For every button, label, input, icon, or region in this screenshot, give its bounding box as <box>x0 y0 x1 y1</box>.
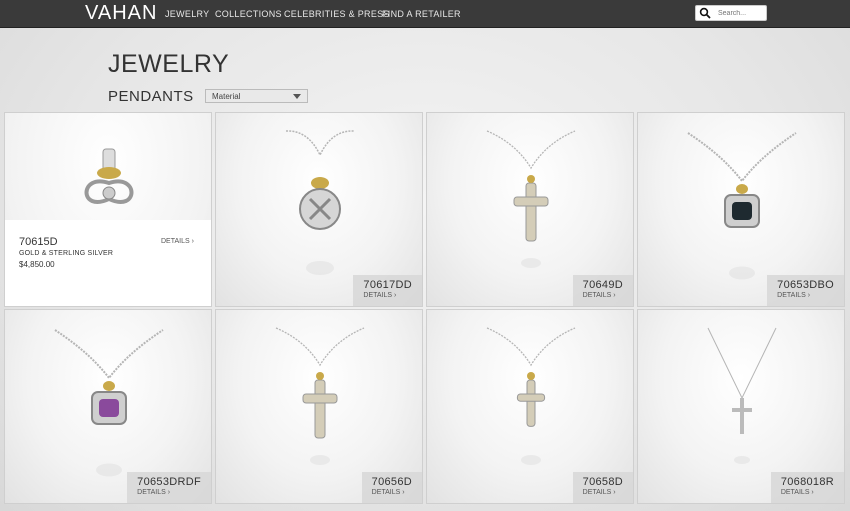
gemstone <box>732 202 752 220</box>
cross-horizontal <box>732 408 752 412</box>
details-link[interactable]: DETAILS › <box>363 292 412 299</box>
cross-vertical <box>526 379 536 427</box>
product-tag[interactable]: 70649D DETAILS › <box>572 275 633 306</box>
section-title: PENDANTS <box>108 88 194 105</box>
details-link[interactable]: DETAILS › <box>583 489 623 496</box>
product-detail-panel: 70615D GOLD & STERLING SILVER $4,850.00 DET… <box>5 220 211 306</box>
product-card[interactable]: 70656D DETAILS › <box>215 309 423 504</box>
product-code: 70649D <box>582 279 623 291</box>
center-stone <box>102 186 116 200</box>
cross-vertical <box>740 398 744 434</box>
nav-celebrities-press[interactable]: CELEBRITIES & PRESS <box>284 9 390 19</box>
nav-find-a-retailer[interactable]: FIND A RETAILER <box>382 9 461 19</box>
details-link[interactable]: DETAILS › <box>372 489 412 496</box>
page-title: JEWELRY <box>108 50 230 78</box>
crown <box>97 167 121 179</box>
product-card[interactable]: 70653DRDF DETAILS › <box>4 309 212 504</box>
product-card[interactable]: 70658D DETAILS › <box>426 309 634 504</box>
search-box[interactable] <box>695 5 767 21</box>
product-tag[interactable]: 70653DRDF DETAILS › <box>127 472 211 503</box>
product-tag[interactable]: 70617DD DETAILS › <box>353 275 422 306</box>
product-card[interactable]: 7068018R DETAILS › <box>637 309 845 504</box>
product-code: 70615D <box>19 236 58 248</box>
product-card[interactable]: 70649D DETAILS › <box>426 112 634 307</box>
reflection <box>521 258 541 268</box>
material-filter-dropdown[interactable]: Material <box>205 89 308 103</box>
nav-jewelry[interactable]: JEWELRY <box>165 9 209 19</box>
cross-vertical <box>314 379 326 439</box>
search-input[interactable] <box>718 6 762 20</box>
product-card[interactable]: 70653DBO DETAILS › <box>637 112 845 307</box>
reflection <box>96 463 122 477</box>
chain <box>285 130 355 157</box>
product-code: 70653DBO <box>777 279 834 291</box>
cross-horizontal <box>516 393 546 402</box>
product-material: GOLD & STERLING SILVER <box>19 250 114 257</box>
product-card[interactable]: 70615D GOLD & STERLING SILVER $4,850.00 DET… <box>4 112 212 307</box>
bail <box>527 175 535 183</box>
product-code: 7068018R <box>780 476 834 488</box>
reflection <box>734 456 750 464</box>
product-tag[interactable]: 70656D DETAILS › <box>361 472 422 503</box>
cross-vertical <box>525 182 537 242</box>
crown <box>311 177 329 189</box>
cross-horizontal <box>513 196 549 207</box>
chain <box>486 327 576 367</box>
reflection <box>521 455 541 465</box>
cross-horizontal <box>302 393 338 404</box>
details-link[interactable]: DETAILS › <box>781 489 834 496</box>
crown <box>103 381 115 391</box>
product-tag[interactable]: 70653DBO DETAILS › <box>767 275 844 306</box>
chain <box>707 327 777 400</box>
details-link[interactable]: DETAILS › <box>161 238 194 245</box>
top-navigation-bar: VAHAN JEWELRY COLLECTIONS CELEBRITIES & … <box>0 0 850 28</box>
product-code: 70617DD <box>363 279 412 291</box>
product-card[interactable]: 70617DD DETAILS › <box>215 112 423 307</box>
bail <box>527 372 535 380</box>
brand-logo[interactable]: VAHAN <box>85 2 157 25</box>
product-price: $4,850.00 <box>19 260 55 269</box>
nav-collections[interactable]: COLLECTIONS <box>215 9 282 19</box>
search-icon[interactable] <box>699 7 711 19</box>
details-link[interactable]: DETAILS › <box>583 292 623 299</box>
product-tag[interactable]: 7068018R DETAILS › <box>770 472 844 503</box>
product-tag[interactable]: 70658D DETAILS › <box>572 472 633 503</box>
chain <box>54 329 164 380</box>
reflection <box>306 261 334 275</box>
product-code: 70653DRDF <box>137 476 201 488</box>
crown <box>736 184 748 194</box>
details-link[interactable]: DETAILS › <box>777 292 834 299</box>
chain <box>687 132 797 183</box>
reflection <box>310 455 330 465</box>
chain <box>486 130 576 170</box>
details-link[interactable]: DETAILS › <box>137 489 201 496</box>
bail <box>316 372 324 380</box>
chevron-down-icon <box>293 94 301 99</box>
product-code: 70658D <box>582 476 623 488</box>
gemstone <box>99 399 119 417</box>
material-filter-label: Material <box>212 92 241 101</box>
reflection <box>729 266 755 280</box>
chain <box>275 327 365 367</box>
product-code: 70656D <box>371 476 412 488</box>
